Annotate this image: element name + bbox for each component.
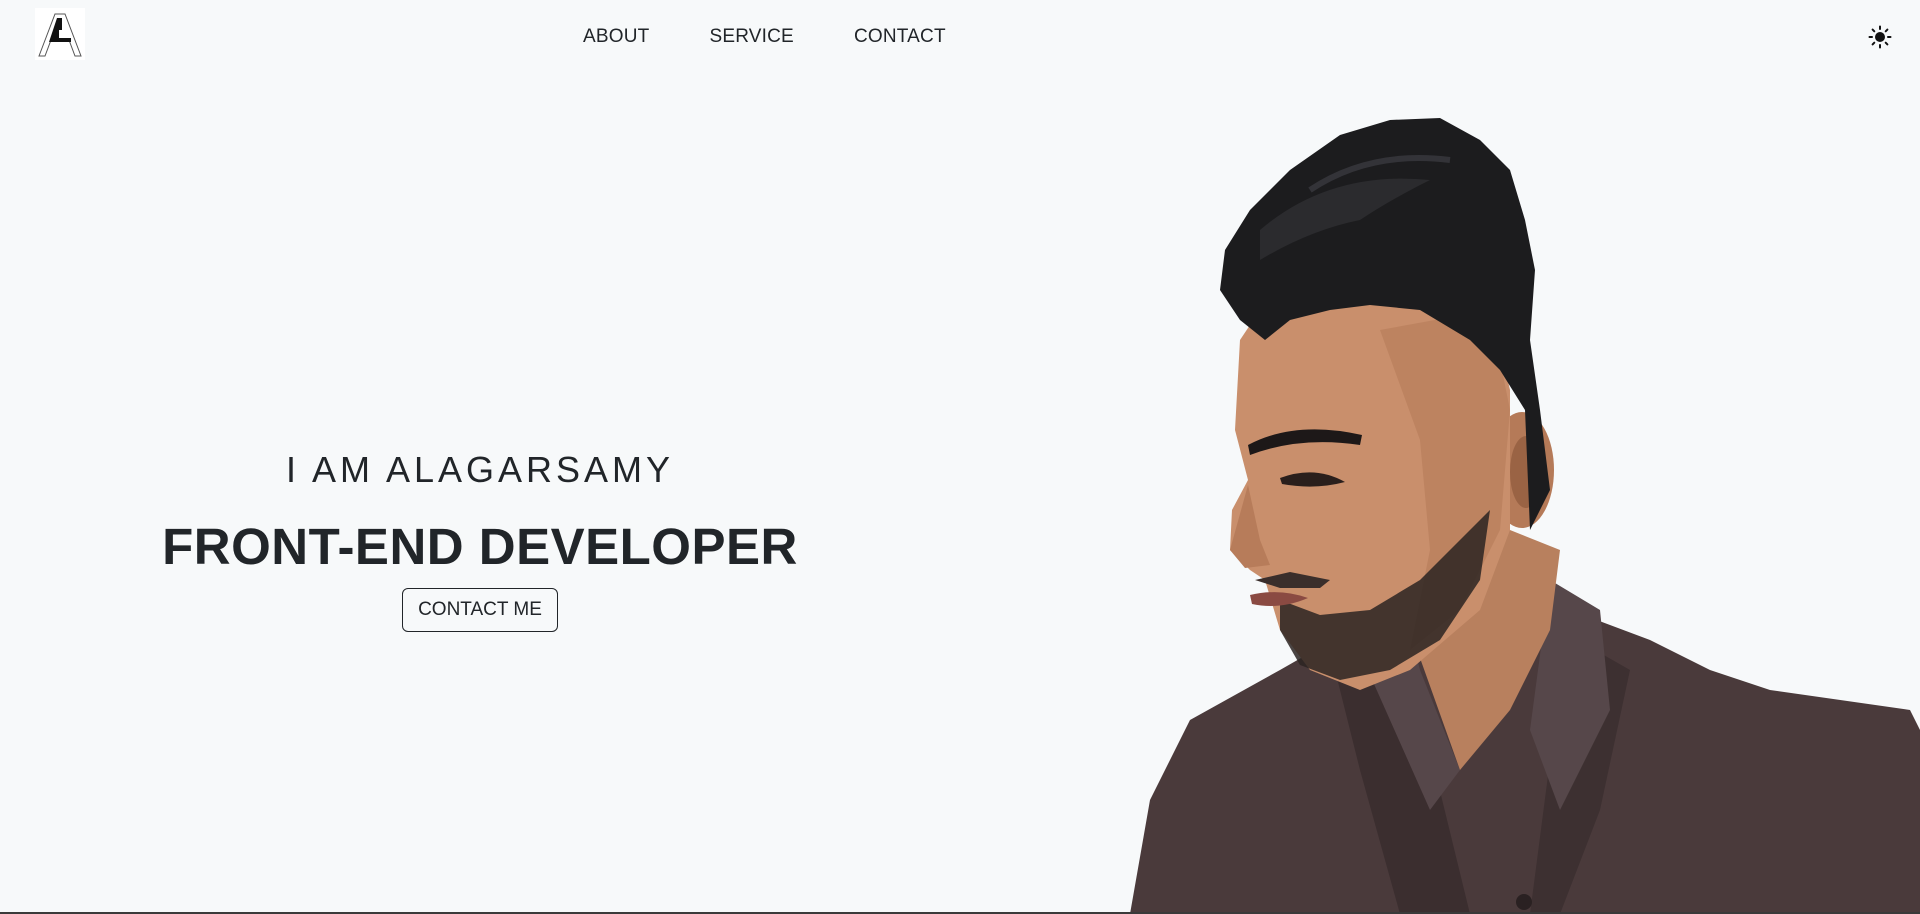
nav-links: ABOUT SERVICE CONTACT	[568, 22, 961, 52]
portrait-illustration	[1130, 118, 1920, 914]
portrait-photo	[1130, 110, 1920, 914]
nav-about[interactable]: ABOUT	[568, 22, 664, 52]
hero-title: FRONT-END DEVELOPER	[162, 518, 798, 575]
nav-service[interactable]: SERVICE	[694, 22, 808, 52]
nav-contact[interactable]: CONTACT	[839, 22, 961, 52]
hero: I AM ALAGARSAMY FRONT-END DEVELOPER CONT…	[150, 440, 810, 632]
logo[interactable]	[35, 8, 85, 60]
contact-me-button[interactable]: CONTACT ME	[402, 588, 558, 632]
landing-page: ABOUT SERVICE CONTACT I AM ALAGARSAMY FR…	[0, 0, 1920, 914]
theme-toggle-button[interactable]	[1868, 25, 1892, 49]
logo-mark-icon	[38, 13, 82, 57]
sun-icon	[1868, 25, 1892, 49]
hero-subtitle: I AM ALAGARSAMY	[285, 449, 675, 490]
navbar: ABOUT SERVICE CONTACT	[0, 0, 1920, 74]
